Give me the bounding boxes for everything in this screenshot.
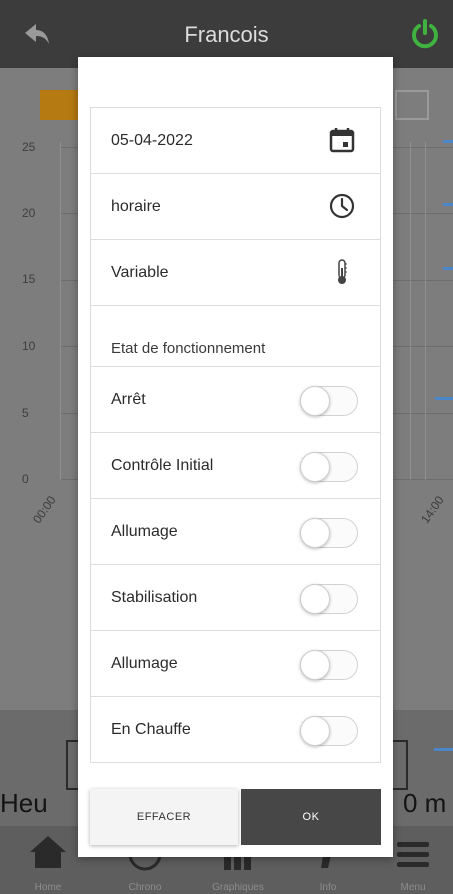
grid-line [410,142,411,480]
legend-box [395,90,429,120]
state-row-stabilisation: Stabilisation [91,565,380,631]
home-icon [30,836,66,868]
date-value: 05-04-2022 [111,132,193,149]
y-tick: 25 [22,140,36,154]
x-tick: 00:00 [30,493,59,527]
filter-dialog: 05-04-2022 horaire Variable Etat de fonc… [78,57,393,857]
state-label: Contrôle Initial [111,457,214,474]
nav-label: Chrono [128,882,162,893]
state-label: Stabilisation [111,589,198,606]
toggle-knob [300,386,330,416]
state-row-arret: Arrêt [91,367,380,433]
toggle-knob [300,716,330,746]
filter-list: 05-04-2022 horaire Variable Etat de fonc… [90,107,381,763]
grid-line [60,142,61,480]
nav-label: Info [319,882,337,893]
state-row-allumage-2: Allumage [91,631,380,697]
hours-label: Heu [0,788,48,818]
series-marker [434,748,453,751]
state-toggle[interactable] [300,650,358,680]
toggle-knob [300,650,330,680]
mode-row[interactable]: horaire [91,174,380,240]
section-header: Etat de fonctionnement [91,306,380,367]
mode-value: horaire [111,198,161,215]
state-toggle[interactable] [300,518,358,548]
state-label: Allumage [111,523,178,540]
state-toggle[interactable] [300,716,358,746]
nav-label: Menu [400,882,426,893]
ok-button[interactable]: OK [241,789,381,845]
state-row-en-chauffe: En Chauffe [91,697,380,763]
x-tick: 14:00 [418,493,447,527]
calendar-icon[interactable] [328,126,356,154]
nav-home[interactable]: Home [8,832,88,893]
grid-line [425,142,426,480]
state-toggle[interactable] [300,386,358,416]
clear-button[interactable]: EFFACER [90,789,238,845]
nav-label: Graphiques [212,882,264,893]
state-toggle[interactable] [300,452,358,482]
state-label: En Chauffe [111,721,191,738]
state-row-controle-initial: Contrôle Initial [91,433,380,499]
section-title: Etat de fonctionnement [111,340,266,357]
legend-swatch [40,90,80,120]
state-toggle[interactable] [300,584,358,614]
y-tick: 10 [22,339,36,353]
page-title: Francois [184,22,269,47]
state-label: Allumage [111,655,178,672]
frame-bracket [392,740,408,790]
toggle-knob [300,584,330,614]
series-marker [443,140,453,143]
y-tick: 0 [22,472,29,486]
date-row[interactable]: 05-04-2022 [91,108,380,174]
variable-value: Variable [111,264,169,281]
state-row-allumage: Allumage [91,499,380,565]
state-label: Arrêt [111,391,146,408]
series-marker [443,267,453,270]
thermometer-icon[interactable] [328,258,356,286]
series-marker [443,203,453,206]
toggle-knob [300,452,330,482]
minutes-label: 0 m [403,788,447,818]
menu-icon [397,842,429,867]
y-tick: 5 [22,406,29,420]
y-tick: 20 [22,206,36,220]
variable-row[interactable]: Variable [91,240,380,306]
y-tick: 15 [22,272,36,286]
toggle-knob [300,518,330,548]
nav-label: Home [34,882,62,893]
power-icon[interactable] [409,18,441,50]
clock-icon[interactable] [328,192,356,220]
series-marker [435,397,453,400]
